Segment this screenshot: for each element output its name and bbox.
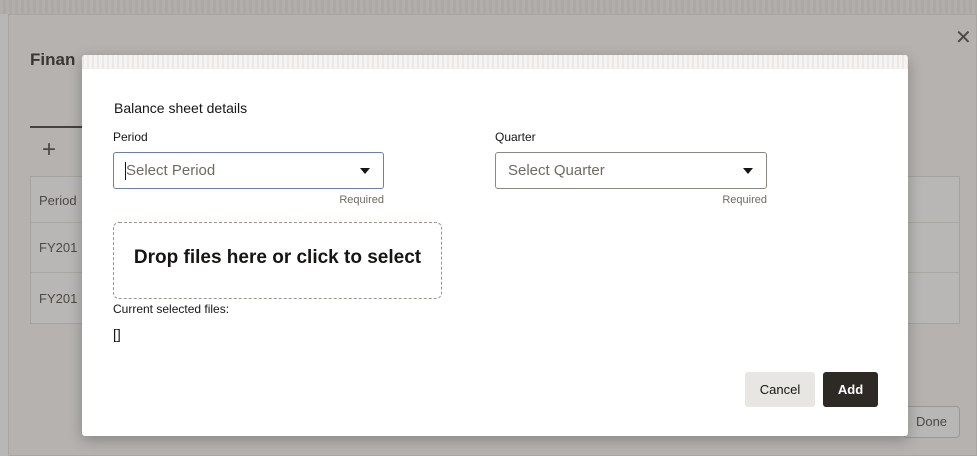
- dialog-heading: Balance sheet details: [114, 100, 248, 116]
- file-dropzone[interactable]: Drop files here or click to select: [113, 222, 442, 299]
- cancel-button[interactable]: Cancel: [745, 372, 815, 407]
- add-button[interactable]: Add: [823, 372, 878, 407]
- quarter-select-placeholder: Select Quarter: [508, 162, 605, 179]
- chevron-down-icon[interactable]: [743, 168, 753, 174]
- dropzone-text: Drop files here or click to select: [133, 247, 422, 268]
- period-select-placeholder: Select Period: [126, 162, 216, 179]
- chevron-down-icon[interactable]: [360, 168, 370, 174]
- selected-files-label: Current selected files:: [113, 302, 230, 316]
- quarter-required-hint: Required: [722, 194, 767, 206]
- period-required-hint: Required: [339, 194, 384, 206]
- balance-sheet-dialog: Balance sheet details Period Select Peri…: [82, 55, 908, 436]
- period-select[interactable]: Select Period: [113, 152, 384, 189]
- dialog-header-strip: [82, 55, 908, 69]
- quarter-select[interactable]: Select Quarter: [495, 152, 767, 189]
- quarter-label: Quarter: [495, 130, 536, 144]
- period-label: Period: [113, 130, 148, 144]
- selected-files-value: []: [113, 326, 121, 342]
